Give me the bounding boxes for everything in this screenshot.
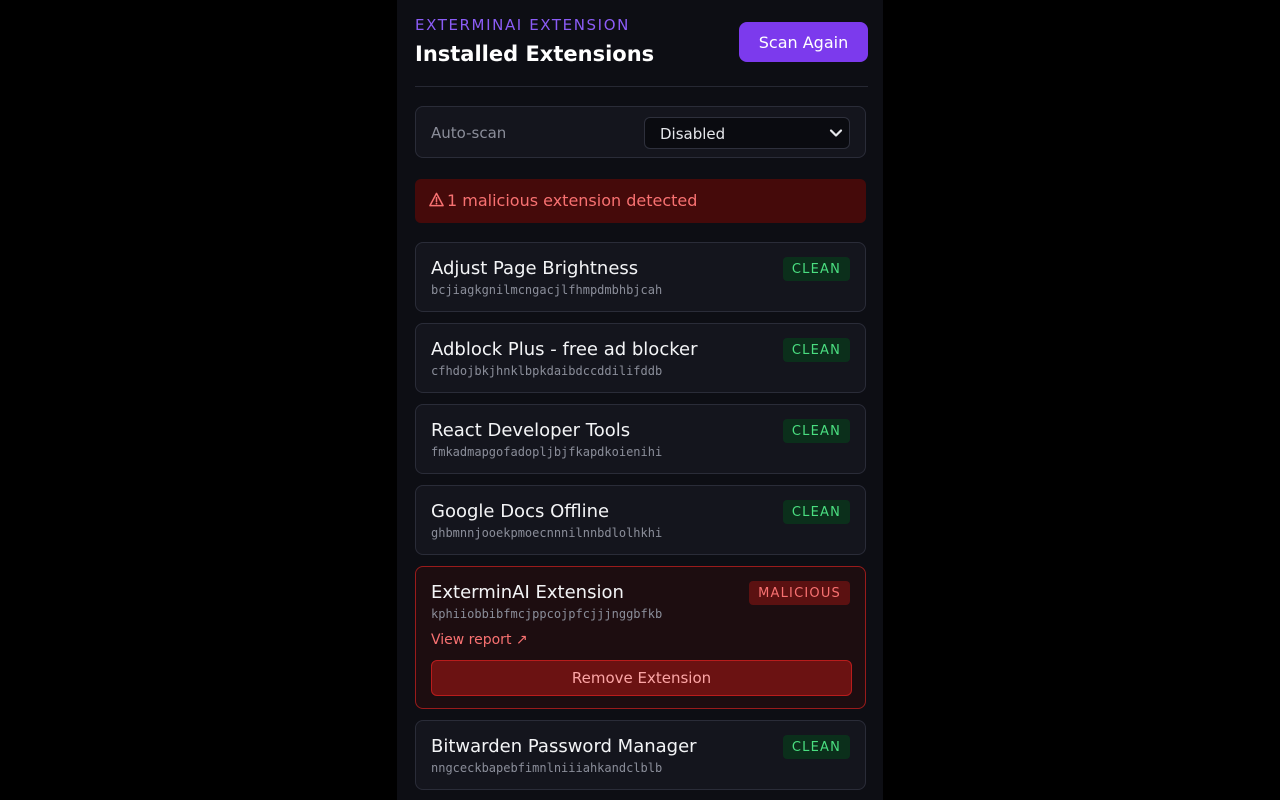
extension-id: ghbmnnjooekpmoecnnnilnnbdlolhkhi	[431, 526, 663, 540]
extension-card: React Developer Tools fmkadmapgofadopljb…	[415, 404, 866, 474]
autoscan-setting: Auto-scan Disabled	[415, 106, 866, 158]
view-report-link[interactable]: View report ↗	[431, 632, 528, 648]
extension-card-malicious: ExterminAI Extension kphiiobbibfmcjppcoj…	[415, 566, 866, 709]
brand-label: EXTERMINAI EXTENSION	[415, 16, 630, 34]
status-badge: CLEAN	[782, 735, 850, 759]
autoscan-select[interactable]: Disabled	[644, 117, 850, 149]
status-badge: CLEAN	[782, 500, 850, 524]
autoscan-selected-value: Disabled	[660, 125, 726, 143]
status-badge: MALICIOUS	[749, 581, 850, 605]
extension-id: nngceckbapebfimnlniiiahkandclblb	[431, 761, 663, 775]
extension-name: Google Docs Offline	[431, 501, 610, 522]
page-title: Installed Extensions	[415, 42, 655, 66]
extension-card: Google Docs Offline ghbmnnjooekpmoecnnni…	[415, 485, 866, 555]
extension-name: React Developer Tools	[431, 420, 631, 441]
warning-icon	[429, 192, 444, 207]
extension-card: Bitwarden Password Manager nngceckbapebf…	[415, 720, 866, 790]
chevron-down-icon	[829, 129, 843, 137]
extension-id: fmkadmapgofadopljbjfkapdkoienihi	[431, 445, 663, 459]
extension-name: Adjust Page Brightness	[431, 258, 639, 279]
extension-name: Adblock Plus - free ad blocker	[431, 339, 698, 360]
alert-text: 1 malicious extension detected	[447, 191, 698, 210]
header: EXTERMINAI EXTENSION Installed Extension…	[415, 14, 868, 87]
scan-again-button[interactable]: Scan Again	[739, 22, 868, 62]
status-badge: CLEAN	[782, 338, 850, 362]
extension-id: bcjiagkgnilmcngacjlfhmpdmbhbjcah	[431, 283, 663, 297]
malicious-alert: 1 malicious extension detected	[415, 179, 866, 223]
status-badge: CLEAN	[782, 257, 850, 281]
extension-id: kphiiobbibfmcjppcojpfcjjjnggbfkb	[431, 607, 663, 621]
extension-card: Adblock Plus - free ad blocker cfhdojbkj…	[415, 323, 866, 393]
extension-id: cfhdojbkjhnklbpkdaibdccddilifddb	[431, 364, 663, 378]
extension-name: ExterminAI Extension	[431, 582, 624, 603]
remove-extension-button[interactable]: Remove Extension	[431, 660, 852, 696]
extension-card: Adjust Page Brightness bcjiagkgnilmcngac…	[415, 242, 866, 312]
autoscan-label: Auto-scan	[431, 124, 507, 142]
extension-popup: EXTERMINAI EXTENSION Installed Extension…	[397, 0, 883, 800]
extension-name: Bitwarden Password Manager	[431, 736, 697, 757]
status-badge: CLEAN	[782, 419, 850, 443]
